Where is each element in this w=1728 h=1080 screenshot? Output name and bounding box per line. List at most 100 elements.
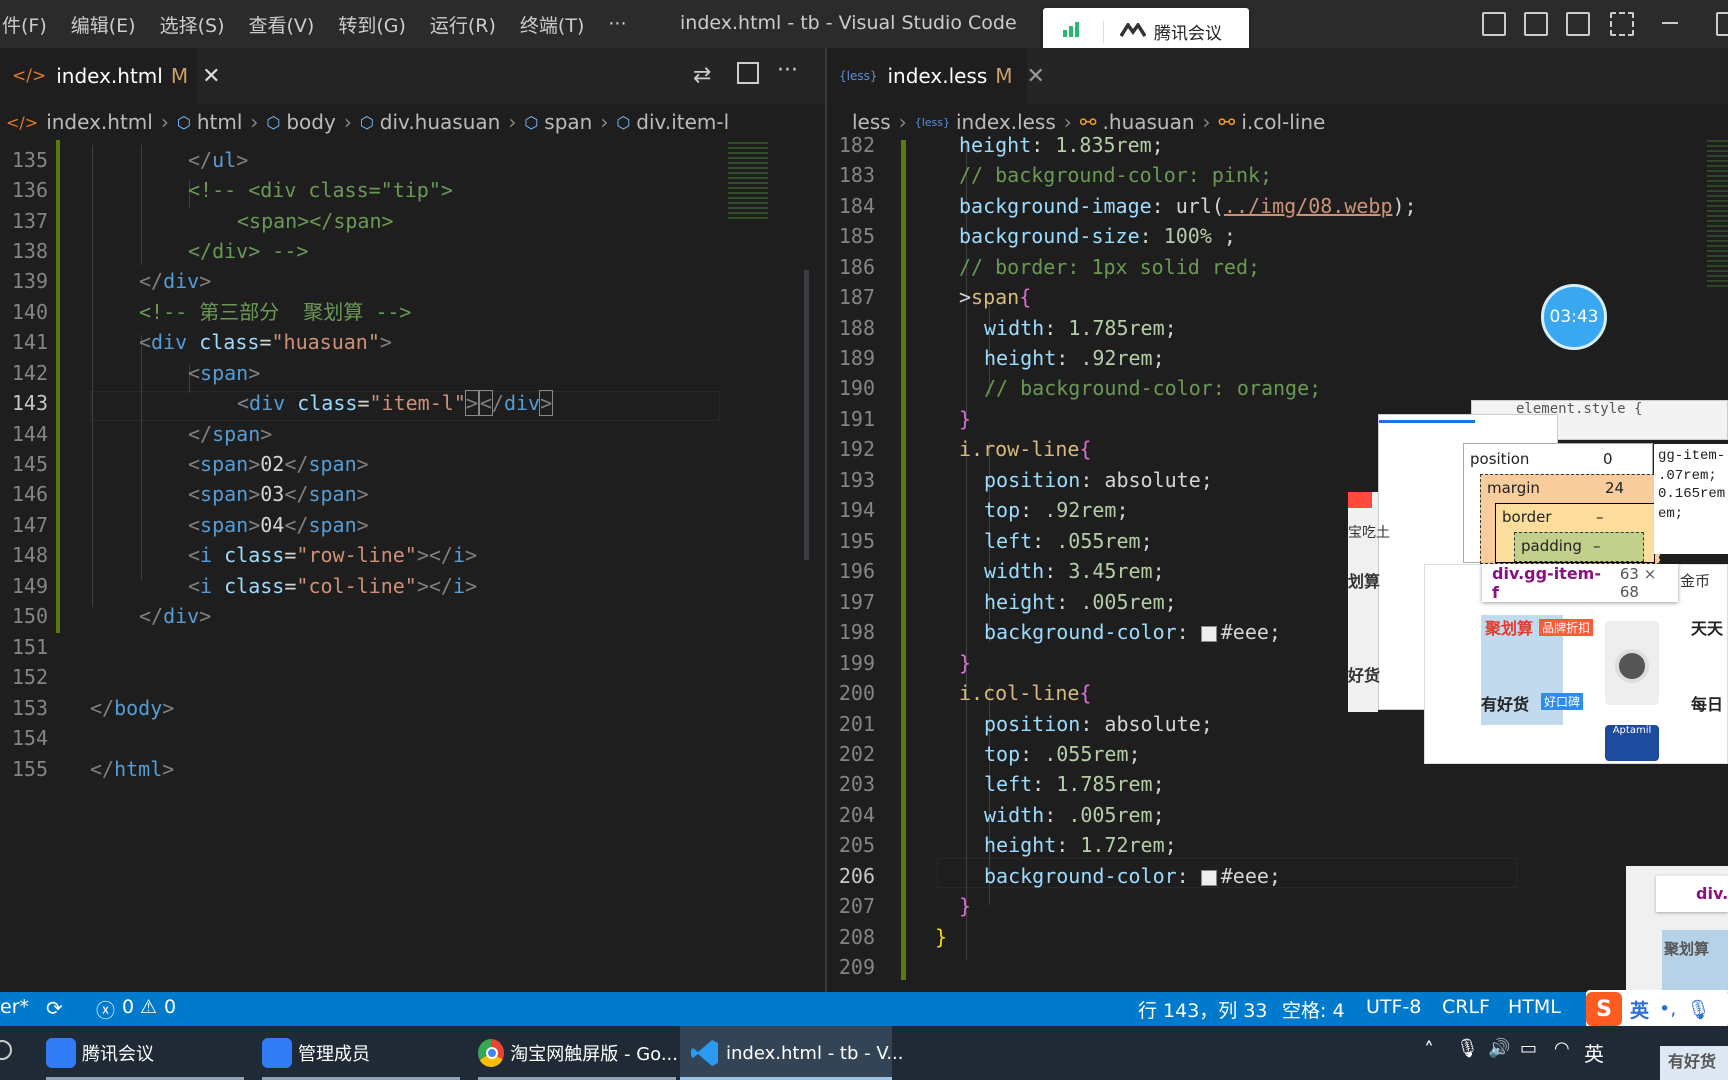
error-count[interactable]: 0 xyxy=(122,996,134,1018)
breadcrumb-item[interactable]: span xyxy=(544,110,592,134)
preview-badge: 好口碑 xyxy=(1541,693,1584,710)
breadcrumb-item[interactable]: div.item-l xyxy=(636,110,729,134)
minimap[interactable] xyxy=(1707,140,1728,290)
mini-tooltip: div. xyxy=(1656,876,1728,912)
menu-view[interactable]: 查看(V) xyxy=(249,11,315,38)
color-swatch[interactable] xyxy=(1200,869,1217,886)
active-tab-indicator xyxy=(1379,420,1475,423)
status-bar: er* ⟳ ⓧ 0 ⚠ 0 行 143，列 33 空格: 4 UTF-8 CRL… xyxy=(0,992,1728,1026)
left-code-editor[interactable]: 135 </ul> 136 <!-- <div class="tip"> 137 <s… xyxy=(0,140,825,992)
tab-label: index.html xyxy=(56,64,163,88)
tooltip-selector: div.gg-item-f xyxy=(1492,564,1601,602)
less-file-icon: {less} xyxy=(914,115,950,129)
encoding[interactable]: UTF-8 xyxy=(1366,996,1421,1018)
language-mode[interactable]: HTML xyxy=(1508,996,1561,1018)
cursor-position[interactable]: 行 143，列 33 xyxy=(1138,996,1268,1023)
menu-run[interactable]: 运行(R) xyxy=(430,11,496,38)
position-label: position xyxy=(1470,450,1530,468)
menu-edit[interactable]: 编辑(E) xyxy=(71,11,136,38)
taskbar-vscode[interactable]: index.html - tb - V... xyxy=(680,1026,904,1080)
menu-file[interactable]: 件(F) xyxy=(2,11,47,38)
border-label: border xyxy=(1502,508,1552,526)
breadcrumb-item[interactable]: i.col-line xyxy=(1241,110,1325,134)
menu-bar: 件(F) 编辑(E) 选择(S) 查看(V) 转到(G) 运行(R) 终端(T)… xyxy=(0,11,650,38)
less-file-icon: {less} xyxy=(839,69,878,83)
menu-terminal[interactable]: 终端(T) xyxy=(520,11,584,38)
preview-label: 天天 xyxy=(1691,619,1724,638)
indentation[interactable]: 空格: 4 xyxy=(1282,996,1345,1023)
devtools-css-rules: gg-item- .07rem; 0.165rem em; xyxy=(1654,444,1728,554)
open-changes-icon[interactable]: ⇄ xyxy=(693,63,711,88)
taskbar-manage-members[interactable]: 管理成员 xyxy=(262,1026,462,1080)
meeting-label: 腾讯会议 xyxy=(1154,24,1222,44)
padding-value: – xyxy=(1593,537,1601,555)
ime-mode[interactable]: 英 xyxy=(1630,996,1649,1023)
scrollbar[interactable] xyxy=(804,270,809,560)
split-editor-icon[interactable] xyxy=(737,62,759,84)
divider xyxy=(1103,20,1104,43)
preview-label: 好货 xyxy=(1348,666,1381,685)
tencent-meeting-logo-icon xyxy=(1119,21,1147,42)
search-icon[interactable] xyxy=(0,1040,12,1060)
position-value: 0 xyxy=(1603,450,1613,468)
wifi-icon[interactable]: ◠ xyxy=(1554,1038,1570,1059)
battery-icon[interactable]: ▭ xyxy=(1520,1038,1537,1059)
left-breadcrumb: </> index.html › ⬡ html › ⬡ body › ⬡ div.huasu… xyxy=(6,110,730,134)
tray-ime[interactable]: 英 xyxy=(1584,1038,1604,1067)
css-line: em; xyxy=(1658,506,1684,522)
maximize-icon[interactable] xyxy=(1716,12,1728,36)
preview-label: 划算 xyxy=(1348,572,1381,591)
warning-icon[interactable]: ⚠ xyxy=(140,996,157,1018)
breadcrumb-item[interactable]: index.html xyxy=(46,110,153,134)
css-line: 0.165rem xyxy=(1658,486,1726,502)
breadcrumb-item[interactable]: html xyxy=(197,110,243,134)
speaker-icon[interactable]: 🔊 xyxy=(1488,1038,1510,1059)
preview-label: 金币 xyxy=(1680,572,1711,590)
washer-image xyxy=(1605,621,1659,705)
menu-selection[interactable]: 选择(S) xyxy=(160,11,225,38)
toggle-secondary-sidebar-icon[interactable] xyxy=(1566,12,1590,36)
minimize-icon[interactable] xyxy=(1662,22,1678,24)
element-tooltip: div.gg-item-f 63 × 68 xyxy=(1482,564,1678,602)
taskbar-tencent-meeting[interactable]: 腾讯会议 xyxy=(46,1026,246,1080)
taskbar-chrome[interactable]: 淘宝网触屏版 - Go... xyxy=(478,1026,678,1080)
taskbar-label: 管理成员 xyxy=(298,1044,370,1065)
punctuation-icon[interactable]: •, xyxy=(1659,998,1676,1020)
color-swatch[interactable] xyxy=(1200,625,1217,642)
more-actions-icon[interactable]: ··· xyxy=(777,58,798,83)
menu-go[interactable]: 转到(G) xyxy=(338,11,406,38)
html-file-icon: </> xyxy=(6,112,39,132)
error-icon[interactable]: ⓧ xyxy=(96,996,115,1023)
taskbar-label: index.html - tb - V... xyxy=(726,1042,904,1064)
close-icon[interactable]: ✕ xyxy=(202,64,220,89)
preview-label: 每日 xyxy=(1691,695,1724,714)
ime-toolbar[interactable]: S 英 •, 🎙 xyxy=(1586,990,1728,1028)
tab-index-html[interactable]: </> index.html M ✕ xyxy=(0,48,221,104)
sync-icon[interactable]: ⟳ xyxy=(46,996,63,1020)
customize-layout-icon[interactable] xyxy=(1610,12,1634,36)
microphone-icon[interactable]: 🎙 xyxy=(1456,1038,1479,1059)
padding-label: padding xyxy=(1521,537,1582,555)
tab-index-less[interactable]: {less} index.less M ✕ xyxy=(827,48,1045,104)
close-icon[interactable]: ✕ xyxy=(1027,64,1045,89)
microphone-icon[interactable]: 🎙 xyxy=(1686,998,1710,1021)
breadcrumb-item[interactable]: body xyxy=(286,110,335,134)
mini-label: 聚划算 xyxy=(1664,940,1710,958)
taskbar-label: 淘宝网触屏版 - Go... xyxy=(510,1044,678,1065)
modified-badge: M xyxy=(995,64,1013,88)
breadcrumb-item[interactable]: div.huasuan xyxy=(380,110,501,134)
vscode-icon xyxy=(690,1038,720,1068)
menu-more[interactable]: ··· xyxy=(608,13,626,35)
meeting-timer[interactable]: 03:43 xyxy=(1541,284,1607,350)
product-image: Aptamil xyxy=(1605,725,1659,761)
line-ending[interactable]: CRLF xyxy=(1442,996,1490,1018)
toggle-panel-icon[interactable] xyxy=(1524,12,1548,36)
preview-label: 有好货 xyxy=(1481,695,1530,714)
toggle-sidebar-icon[interactable] xyxy=(1482,12,1506,36)
chevron-up-icon[interactable]: ˄ xyxy=(1424,1038,1434,1062)
status-branch[interactable]: er* xyxy=(0,996,29,1018)
minimap[interactable] xyxy=(726,140,802,240)
preview-label: 宝吃土 xyxy=(1348,525,1390,541)
border-value: – xyxy=(1596,508,1604,526)
warning-count[interactable]: 0 xyxy=(164,996,176,1018)
